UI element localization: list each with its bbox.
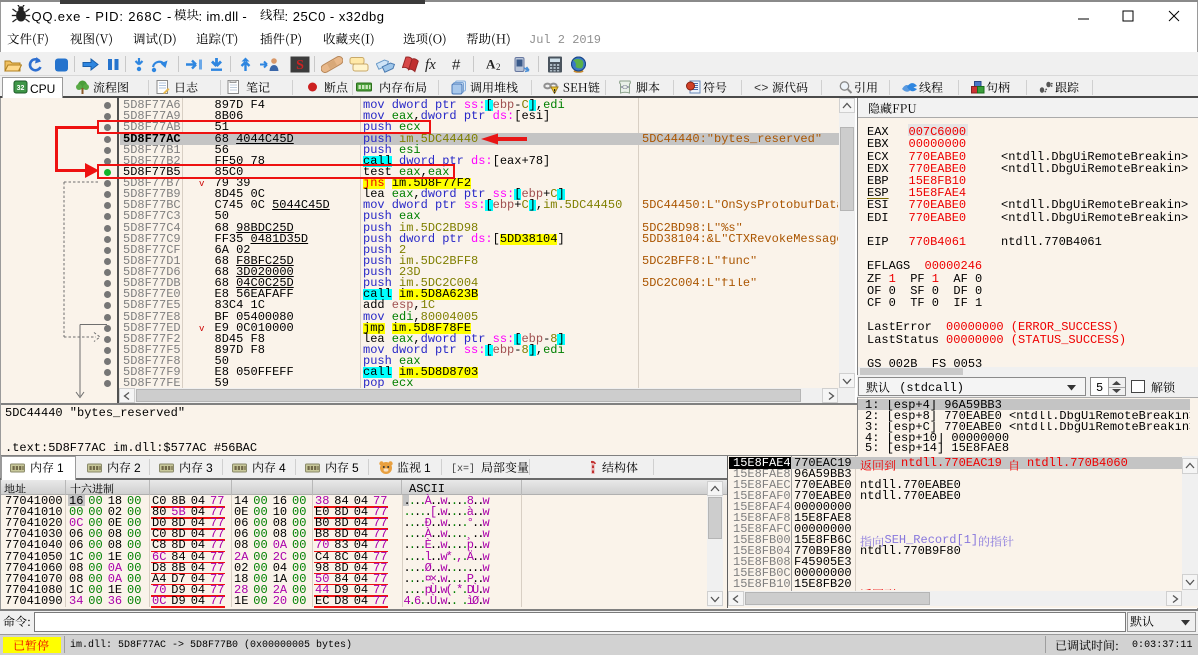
svg-text:#: #: [452, 57, 461, 74]
svg-text:A: A: [486, 57, 496, 72]
svg-text:2: 2: [496, 62, 501, 72]
svg-text:fx: fx: [425, 57, 436, 73]
svg-text:S: S: [296, 58, 304, 73]
svg-text:<>: <>: [621, 85, 629, 93]
svg-text:<>: <>: [754, 82, 768, 95]
svg-text:32: 32: [17, 85, 25, 92]
svg-text:[x=]: [x=]: [451, 463, 475, 474]
